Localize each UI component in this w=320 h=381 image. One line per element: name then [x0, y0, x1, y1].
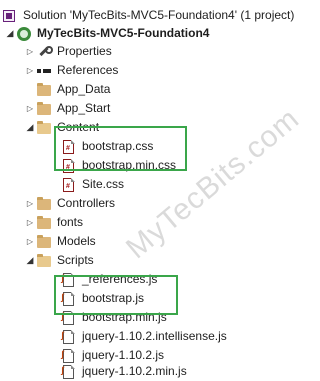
js-file-icon: ʃ [61, 329, 77, 345]
tree-row-fonts[interactable]: ▷ fonts [24, 213, 83, 232]
tree-row-jquery-min-js[interactable]: ʃ jquery-1.10.2.min.js [61, 362, 187, 381]
solution-label: Solution 'MyTecBits-MVC5-Foundation4' (1… [23, 8, 295, 22]
open-folder-icon [36, 120, 52, 136]
project-label: MyTecBits-MVC5-Foundation4 [37, 26, 210, 40]
app-data-label: App_Data [57, 82, 111, 96]
web-project-icon [16, 26, 32, 42]
solution-icon [2, 8, 18, 24]
folder-icon [36, 82, 52, 98]
tree-row-jquery-intellisense[interactable]: ʃ jquery-1.10.2.intellisense.js [61, 327, 227, 346]
tree-row-site-css[interactable]: # Site.css [61, 175, 124, 194]
css-file-icon: # [61, 177, 77, 193]
fonts-label: fonts [57, 215, 84, 229]
tree-row-models[interactable]: ▷ Models [24, 232, 96, 251]
tree-row-app-data[interactable]: App_Data [36, 80, 110, 99]
highlight-box-css [54, 126, 187, 171]
open-folder-icon [36, 253, 52, 269]
tree-row-project[interactable]: ◢ MyTecBits-MVC5-Foundation4 [4, 24, 209, 43]
folder-icon [36, 215, 52, 231]
collapsed-arrow-icon[interactable]: ▷ [24, 213, 36, 232]
tree-row-controllers[interactable]: ▷ Controllers [24, 194, 115, 213]
references-icon [36, 63, 52, 79]
solution-explorer-tree: Solution 'MyTecBits-MVC5-Foundation4' (1… [0, 0, 315, 381]
collapsed-arrow-icon[interactable]: ▷ [24, 232, 36, 251]
properties-label: Properties [57, 44, 112, 58]
collapsed-arrow-icon[interactable]: ▷ [24, 42, 36, 61]
expanded-arrow-icon[interactable]: ◢ [4, 24, 16, 43]
folder-icon [36, 196, 52, 212]
collapsed-arrow-icon[interactable]: ▷ [24, 194, 36, 213]
expanded-arrow-icon[interactable]: ◢ [24, 118, 36, 137]
tree-row-references[interactable]: ▷ References [24, 61, 118, 80]
wrench-icon [36, 44, 53, 60]
controllers-label: Controllers [57, 196, 116, 210]
js-file-icon: ʃ [61, 364, 77, 380]
app-start-label: App_Start [57, 101, 111, 115]
jquery-intellisense-label: jquery-1.10.2.intellisense.js [82, 329, 227, 343]
expanded-arrow-icon[interactable]: ◢ [24, 251, 36, 270]
collapsed-arrow-icon[interactable]: ▷ [24, 99, 36, 118]
collapsed-arrow-icon[interactable]: ▷ [24, 61, 36, 80]
site-css-label: Site.css [82, 177, 125, 191]
folder-icon [36, 234, 52, 250]
highlight-box-js [54, 275, 178, 315]
models-label: Models [57, 234, 96, 248]
folder-icon [36, 101, 52, 117]
tree-row-properties[interactable]: ▷ Properties [24, 42, 112, 61]
jquery-min-js-label: jquery-1.10.2.min.js [82, 364, 187, 378]
scripts-label: Scripts [57, 253, 94, 267]
tree-row-scripts[interactable]: ◢ Scripts [24, 251, 94, 270]
tree-row-solution[interactable]: Solution 'MyTecBits-MVC5-Foundation4' (1… [2, 6, 294, 25]
tree-row-app-start[interactable]: ▷ App_Start [24, 99, 110, 118]
references-label: References [57, 63, 119, 77]
